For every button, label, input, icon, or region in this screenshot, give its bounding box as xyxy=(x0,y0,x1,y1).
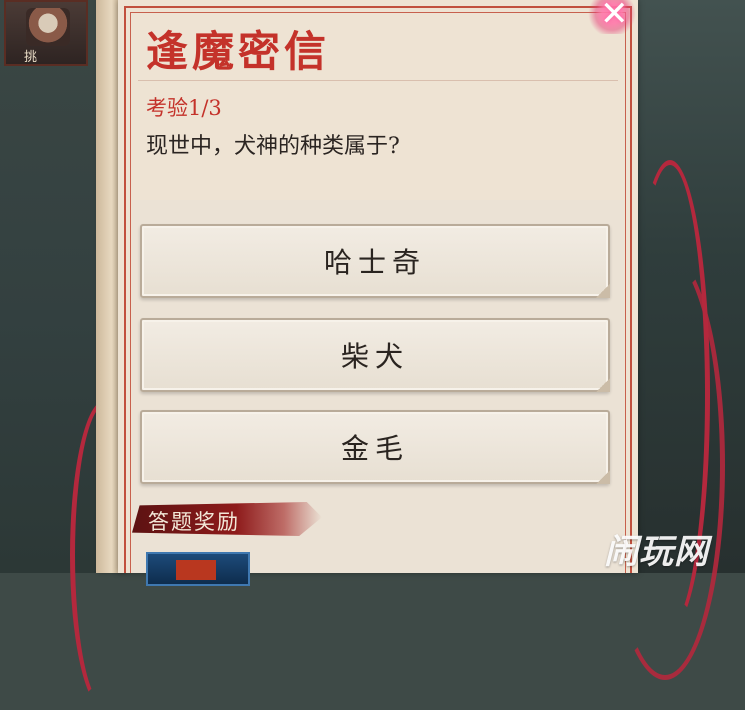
round-counter: 考验1/3 xyxy=(146,96,222,120)
reward-item-icon xyxy=(176,560,216,580)
challenge-widget[interactable]: 挑 xyxy=(4,0,88,66)
challenge-label: 挑 xyxy=(24,50,38,65)
title-divider xyxy=(138,80,618,81)
close-button[interactable]: ✕ xyxy=(586,0,638,34)
answer-option-2[interactable]: 柴犬 xyxy=(140,318,610,392)
challenge-avatar xyxy=(26,8,70,46)
watermark: 闹玩网 xyxy=(604,532,709,572)
question-text: 现世中，犬神的种类属于? xyxy=(146,134,400,159)
answer-option-3[interactable]: 金毛 xyxy=(140,410,610,484)
reward-label: 答题奖励 xyxy=(148,510,240,534)
answer-option-1[interactable]: 哈士奇 xyxy=(140,224,610,298)
reward-item-slot[interactable] xyxy=(146,552,250,586)
close-icon: ✕ xyxy=(600,0,629,34)
dialog-title: 逢魔密信 xyxy=(146,27,331,76)
quiz-dialog: 逢魔密信 考验1/3 现世中，犬神的种类属于? 哈士奇 柴犬 金毛 答题奖励 xyxy=(118,0,638,586)
